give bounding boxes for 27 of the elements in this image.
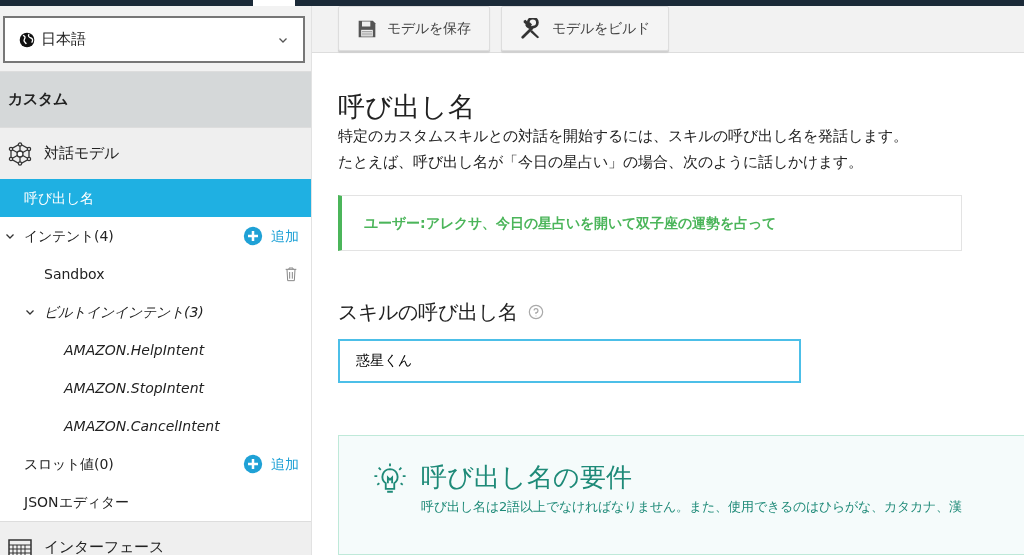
top-nav-tab[interactable]	[253, 0, 295, 6]
network-icon	[8, 141, 32, 166]
language-value: 日本語	[41, 29, 86, 51]
heading-label: インターフェース	[44, 537, 164, 555]
section-title: カスタム	[0, 71, 311, 127]
globe-icon	[19, 31, 35, 48]
sidebar-item[interactable]: JSONエディター	[24, 491, 129, 513]
requirements-text: 呼び出し名は2語以上でなければなりません。また、使用できるのはひらがな、カタカナ、漢	[421, 498, 963, 517]
save-button[interactable]: モデルを保存	[338, 6, 490, 52]
plus-circle-icon	[243, 454, 263, 474]
sidebar-item[interactable]: Sandbox	[44, 263, 105, 285]
heading-label: 対話モデル	[44, 143, 119, 165]
tree-folder[interactable]: インテント(4)	[24, 225, 114, 247]
sidebar-item[interactable]: スロット値(0)	[24, 453, 114, 475]
input-field[interactable]: 惑星くん	[338, 339, 801, 383]
page-title: 呼び出し名	[338, 90, 476, 123]
help-icon	[528, 304, 544, 320]
delete-icon	[283, 266, 299, 282]
language-select[interactable]: 日本語	[3, 16, 305, 63]
field-label: スキルの呼び出し名	[338, 299, 518, 326]
build-button[interactable]: モデルをビルド	[501, 6, 669, 52]
example-quote: ユーザー:アレクサ、今日の星占いを開いて双子座の運勢を占って	[338, 195, 962, 251]
lightbulb-icon	[373, 462, 407, 496]
sidebar-heading[interactable]: インターフェース	[0, 521, 311, 555]
description: 特定のカスタムスキルとの対話を開始するには、スキルの呼び出し名を発話します。 たとえば、呼び出し名が「今日の星占い」の場合、次のように話しかけます。	[338, 126, 909, 173]
plus-circle-icon	[243, 226, 263, 246]
requirements-title: 呼び出し名の要件	[421, 462, 633, 494]
